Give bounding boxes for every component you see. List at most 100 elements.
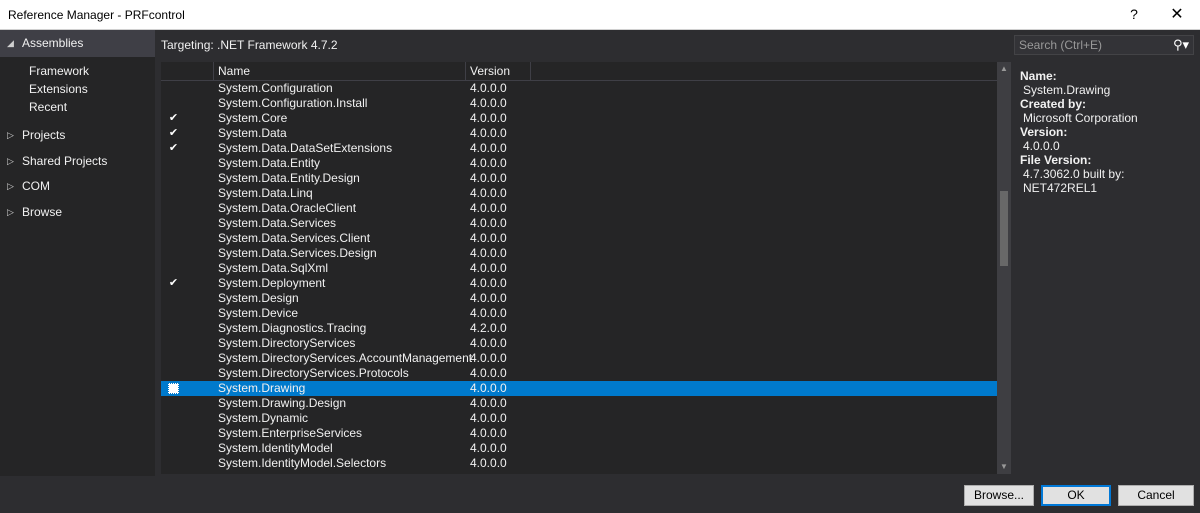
ok-button[interactable]: OK (1041, 485, 1111, 506)
scroll-down-icon[interactable]: ▼ (997, 460, 1011, 474)
table-row[interactable]: System.Design 4.0.0.0 (161, 291, 997, 306)
search-box[interactable]: ⚲▾ (1014, 35, 1194, 55)
targeting-label: Targeting: .NET Framework 4.7.2 (161, 38, 338, 52)
table-row[interactable]: System.Device 4.0.0.0 (161, 306, 997, 321)
assembly-name: System.DirectoryServices.AccountManageme… (218, 351, 473, 365)
table-row[interactable]: System.Data.Entity 4.0.0.0 (161, 156, 997, 171)
scrollbar-thumb[interactable] (1000, 191, 1008, 266)
assembly-name: System.IdentityModel.Selectors (218, 456, 387, 470)
table-row[interactable]: System.Data.Linq 4.0.0.0 (161, 186, 997, 201)
table-row[interactable]: System.Drawing.Design 4.0.0.0 (161, 396, 997, 411)
sidebar-item-framework[interactable]: Framework (29, 62, 89, 80)
search-icon[interactable]: ⚲▾ (1169, 37, 1193, 53)
table-row[interactable]: System.Drawing 4.0.0.0 (161, 381, 997, 396)
assembly-grid: Name Version System.Configuration 4.0.0.0… (161, 62, 997, 474)
sidebar-item-label: COM (22, 179, 50, 193)
table-row[interactable]: System.IdentityModel 4.0.0.0 (161, 441, 997, 456)
reference-checkbox[interactable] (168, 428, 179, 439)
assembly-name: System.EnterpriseServices (218, 426, 363, 440)
table-row[interactable]: System.DirectoryServices.Protocols 4.0.0.… (161, 366, 997, 381)
assembly-name: System.Diagnostics.Tracing (218, 321, 367, 335)
assembly-version: 4.0.0.0 (470, 411, 507, 425)
reference-checkbox[interactable] (168, 203, 179, 214)
assembly-version: 4.0.0.0 (470, 426, 507, 440)
reference-checkbox[interactable] (168, 458, 179, 469)
reference-checkbox[interactable] (168, 323, 179, 334)
table-row[interactable]: System.Configuration 4.0.0.0 (161, 81, 997, 96)
table-row[interactable]: System.Data.Services.Design 4.0.0.0 (161, 246, 997, 261)
table-row[interactable]: System.Diagnostics.Tracing 4.2.0.0 (161, 321, 997, 336)
table-row[interactable]: System.EnterpriseServices 4.0.0.0 (161, 426, 997, 441)
reference-checkbox[interactable] (168, 83, 179, 94)
search-input[interactable] (1017, 37, 1169, 53)
collapsed-arrow-icon[interactable]: ▷ (7, 202, 14, 222)
reference-checkbox[interactable] (168, 308, 179, 319)
table-row[interactable]: ✔ System.Data.DataSetExtensions 4.0.0.0 (161, 141, 997, 156)
sidebar-item-recent[interactable]: Recent (29, 98, 67, 116)
reference-checkbox[interactable]: ✔ (168, 113, 179, 124)
sidebar-item-extensions[interactable]: Extensions (29, 80, 88, 98)
assembly-version: 4.0.0.0 (470, 96, 507, 110)
detail-file-version-label: File Version: (1020, 153, 1092, 167)
assembly-version: 4.0.0.0 (470, 396, 507, 410)
reference-checkbox[interactable] (168, 158, 179, 169)
reference-checkbox[interactable] (168, 218, 179, 229)
collapsed-arrow-icon[interactable]: ▷ (7, 176, 14, 196)
reference-checkbox[interactable] (168, 188, 179, 199)
reference-checkbox[interactable] (168, 293, 179, 304)
table-row[interactable]: System.Configuration.Install 4.0.0.0 (161, 96, 997, 111)
reference-checkbox[interactable] (168, 353, 179, 364)
assembly-name: System.DirectoryServices.Protocols (218, 366, 409, 380)
expanded-arrow-icon[interactable]: ◢ (7, 33, 14, 53)
table-row[interactable]: System.Data.Entity.Design 4.0.0.0 (161, 171, 997, 186)
column-header-version[interactable]: Version (467, 62, 531, 80)
close-button[interactable]: ✕ (1154, 0, 1200, 29)
grid-scrollbar[interactable]: ▲ ▼ (997, 62, 1011, 474)
table-row[interactable]: System.Data.OracleClient 4.0.0.0 (161, 201, 997, 216)
assembly-version: 4.0.0.0 (470, 246, 507, 260)
table-row[interactable]: System.Data.Services 4.0.0.0 (161, 216, 997, 231)
reference-checkbox[interactable] (168, 398, 179, 409)
assembly-name: System.Configuration.Install (218, 96, 368, 110)
reference-checkbox[interactable]: ✔ (168, 278, 179, 289)
assembly-version: 4.0.0.0 (470, 456, 507, 470)
reference-checkbox[interactable] (168, 233, 179, 244)
table-row[interactable]: System.DirectoryServices.AccountManageme… (161, 351, 997, 366)
table-row[interactable]: System.Data.SqlXml 4.0.0.0 (161, 261, 997, 276)
scroll-up-icon[interactable]: ▲ (997, 62, 1011, 76)
reference-checkbox[interactable] (168, 173, 179, 184)
assembly-version: 4.0.0.0 (470, 156, 507, 170)
reference-checkbox[interactable]: ✔ (168, 143, 179, 154)
reference-checkbox[interactable] (168, 443, 179, 454)
help-button[interactable]: ? (1111, 0, 1157, 29)
table-row[interactable]: System.IdentityModel.Selectors 4.0.0.0 (161, 456, 997, 471)
reference-checkbox[interactable] (168, 338, 179, 349)
column-header-check[interactable] (161, 62, 214, 80)
reference-checkbox[interactable] (168, 368, 179, 379)
assembly-name: System.Design (218, 291, 299, 305)
reference-checkbox[interactable] (168, 413, 179, 424)
cancel-button[interactable]: Cancel (1118, 485, 1194, 506)
sidebar-item-label: Projects (22, 128, 66, 142)
browse-button[interactable]: Browse... (964, 485, 1034, 506)
reference-checkbox[interactable] (168, 383, 179, 394)
assembly-name: System.Data.Entity (218, 156, 321, 170)
reference-checkbox[interactable] (168, 248, 179, 259)
table-row[interactable]: ✔ System.Core 4.0.0.0 (161, 111, 997, 126)
assembly-name: System.Data.OracleClient (218, 201, 357, 215)
reference-checkbox[interactable] (168, 263, 179, 274)
table-row[interactable]: ✔ System.Deployment 4.0.0.0 (161, 276, 997, 291)
table-row[interactable]: System.DirectoryServices 4.0.0.0 (161, 336, 997, 351)
collapsed-arrow-icon[interactable]: ▷ (7, 125, 14, 145)
table-row[interactable]: System.Data.Services.Client 4.0.0.0 (161, 231, 997, 246)
table-row[interactable]: ✔ System.Data 4.0.0.0 (161, 126, 997, 141)
detail-created-value: Microsoft Corporation (1023, 111, 1138, 125)
table-row[interactable]: System.Dynamic 4.0.0.0 (161, 411, 997, 426)
reference-checkbox[interactable] (168, 98, 179, 109)
reference-checkbox[interactable]: ✔ (168, 128, 179, 139)
detail-name-label: Name: (1020, 69, 1057, 83)
column-header-name[interactable]: Name (214, 62, 466, 80)
collapsed-arrow-icon[interactable]: ▷ (7, 151, 14, 171)
sidebar-item-assemblies[interactable]: ◢ Assemblies (0, 30, 155, 57)
assembly-version: 4.0.0.0 (470, 261, 507, 275)
